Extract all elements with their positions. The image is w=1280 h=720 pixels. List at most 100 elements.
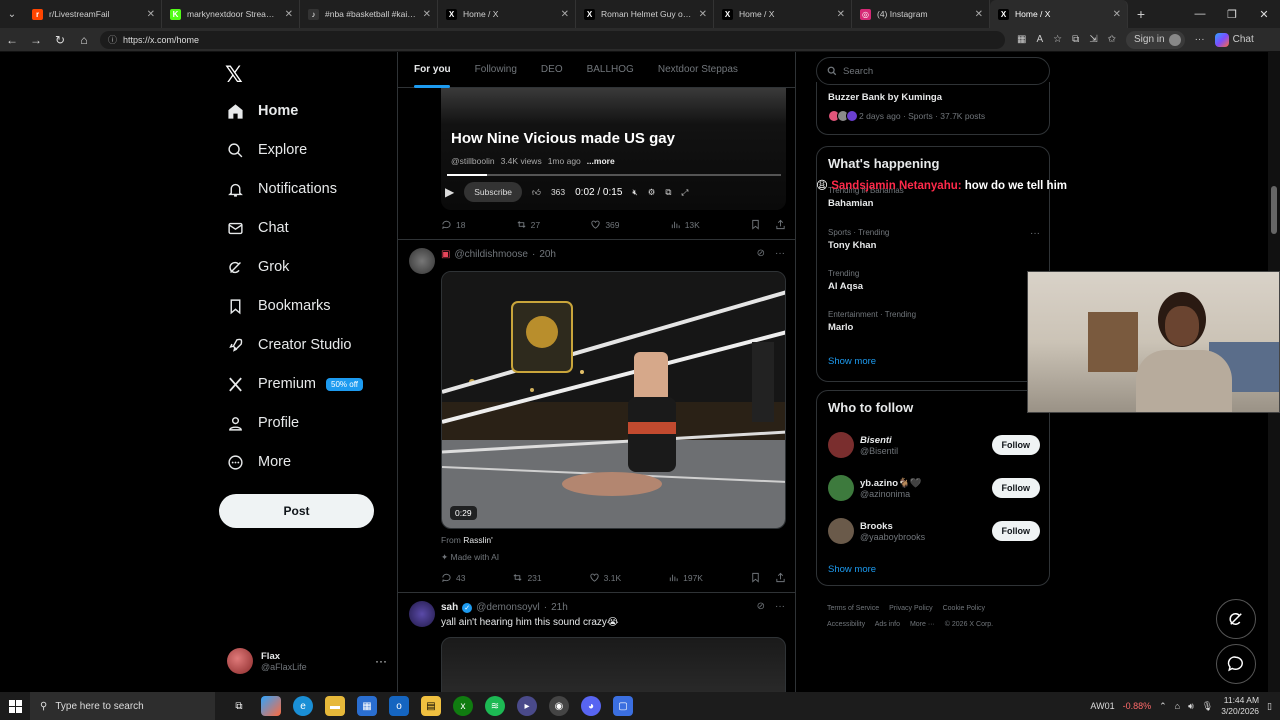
nav-creator-studio[interactable]: Creator Studio (227, 331, 352, 359)
footer-link[interactable]: Accessibility (827, 621, 865, 628)
bookmark-icon[interactable] (750, 572, 761, 583)
post-video[interactable]: 0:29 (441, 271, 786, 529)
more-dots-icon[interactable]: ··· (775, 248, 785, 259)
stock-ticker[interactable]: AW01 (1090, 701, 1114, 711)
repost-button[interactable]: 27 (516, 219, 540, 230)
close-tab-icon[interactable]: ✕ (975, 9, 983, 20)
tab-nextdoor-steppas[interactable]: Nextdoor Steppas (646, 52, 750, 88)
grok-icon[interactable]: ⊘ (757, 601, 765, 612)
bookmark-icon[interactable] (750, 219, 761, 230)
footer-link[interactable]: Privacy Policy (889, 605, 933, 612)
read-aloud-icon[interactable]: A (1036, 34, 1043, 45)
settings-gear-icon[interactable]: ⚙ (648, 187, 656, 198)
network-icon[interactable]: ⌂ (1175, 701, 1180, 711)
discord-icon[interactable]: ◕ (581, 696, 601, 716)
notification-icon[interactable]: ▯ (1267, 701, 1272, 712)
close-tab-icon[interactable]: ✕ (285, 9, 293, 20)
video-progress-bar[interactable] (447, 174, 781, 176)
more-dots-icon[interactable]: ··· (375, 654, 387, 668)
edge-icon[interactable]: e (293, 696, 313, 716)
follow-suggestion[interactable]: yb.azino🐐🖤 @azinonima Follow (828, 472, 1040, 504)
video-channel[interactable]: @stillboolin (451, 156, 495, 166)
embedded-video-player[interactable]: How Nine Vicious made US gay @stillbooli… (441, 88, 786, 210)
tab-actions-menu[interactable]: ⌄ (0, 0, 24, 28)
video-source-link[interactable]: Rasslin' (463, 535, 493, 545)
avatar[interactable] (409, 248, 435, 274)
messages-floating-button[interactable] (1216, 644, 1256, 684)
tab-deo[interactable]: DEO (529, 52, 575, 88)
close-tab-icon[interactable]: ✕ (699, 9, 707, 20)
avatar[interactable] (409, 601, 435, 627)
start-button[interactable] (0, 699, 30, 713)
nav-more[interactable]: More (227, 448, 291, 476)
site-info-icon[interactable]: ⓘ (108, 33, 117, 46)
volume-icon[interactable]: 🔊︎ (1188, 701, 1194, 712)
favorites-icon[interactable]: ✩ (1108, 34, 1116, 45)
close-tab-icon[interactable]: ✕ (147, 9, 155, 20)
browser-tab[interactable]: ♪ #nba #basketball #kaijones ✕ (300, 0, 438, 28)
follow-button[interactable]: Follow (991, 521, 1040, 541)
trend-item[interactable]: Trending Al Aqsa (828, 269, 1040, 292)
outlook-icon[interactable]: o (389, 696, 409, 716)
show-more-link[interactable]: Show more (828, 356, 876, 367)
taskbar-search[interactable]: ⚲ Type here to search (30, 692, 215, 720)
minimize-button[interactable]: — (1184, 0, 1216, 28)
nav-bookmarks[interactable]: Bookmarks (227, 292, 331, 320)
footer-link[interactable]: More ··· (910, 621, 935, 628)
nav-grok[interactable]: Grok (227, 253, 289, 281)
new-tab-button[interactable]: + (1128, 6, 1154, 22)
close-tab-icon[interactable]: ✕ (1113, 9, 1121, 20)
browser-tab[interactable]: r r/LivestreamFail ✕ (24, 0, 162, 28)
views-button[interactable]: 13K (670, 219, 700, 230)
fullscreen-icon[interactable]: ⤢ (681, 187, 688, 198)
trend-item[interactable]: Entertainment · Trending Marlo (828, 310, 1040, 333)
subscribe-button[interactable]: Subscribe (464, 182, 523, 202)
follow-button[interactable]: Follow (991, 478, 1040, 498)
trend-item[interactable]: Sports · Trending Tony Khan ··· (828, 228, 1040, 251)
post-time[interactable]: 20h (539, 249, 556, 260)
back-button[interactable]: ← (0, 33, 24, 47)
tab-ballhog[interactable]: BALLHOG (575, 52, 646, 88)
app-icon[interactable]: ▢ (613, 696, 633, 716)
extensions-icon[interactable]: ⧉ (1072, 34, 1079, 45)
account-switcher[interactable]: Flax @aFlaxLife ··· (227, 646, 387, 676)
x-logo-icon[interactable]: 𝕏 (225, 62, 243, 88)
nav-profile[interactable]: Profile (227, 409, 299, 437)
notes-icon[interactable]: ▤ (421, 696, 441, 716)
browser-tab[interactable]: X Home / X ✕ (714, 0, 852, 28)
clock[interactable]: 11:44 AM 3/20/2026 (1221, 695, 1259, 717)
copilot-icon[interactable] (261, 696, 281, 716)
post-handle[interactable]: @demonsoyvl (476, 602, 540, 613)
nav-notifications[interactable]: Notifications (227, 175, 337, 203)
reply-button[interactable]: 43 (441, 572, 465, 583)
copilot-chat-button[interactable]: Chat (1214, 32, 1254, 47)
tab-following[interactable]: Following (463, 52, 529, 88)
nav-home[interactable]: Home (227, 97, 298, 125)
views-button[interactable]: 197K (668, 572, 703, 583)
share-icon[interactable] (775, 219, 786, 230)
miniplayer-icon[interactable]: ⧉ (665, 187, 671, 198)
app-icon[interactable]: ▦ (1017, 34, 1026, 45)
footer-link[interactable]: Cookie Policy (943, 605, 985, 612)
browser-tab[interactable]: ◎ (4) Instagram ✕ (852, 0, 990, 28)
xbox-icon[interactable]: x (453, 696, 473, 716)
file-explorer-icon[interactable]: ▬ (325, 696, 345, 716)
browser-tab[interactable]: X Roman Helmet Guy on X: " ✕ (576, 0, 714, 28)
like-icon[interactable]: 👍︎ (532, 187, 541, 198)
microphone-icon[interactable]: 🎙︎ (1202, 701, 1213, 712)
close-tab-icon[interactable]: ✕ (561, 9, 569, 20)
grok-icon[interactable]: ⊘ (757, 248, 765, 259)
tab-for-you[interactable]: For you (398, 52, 463, 88)
refresh-button[interactable]: ↻ (48, 33, 72, 47)
nav-explore[interactable]: Explore (227, 136, 307, 164)
store-icon[interactable]: ▦ (357, 696, 377, 716)
mute-icon[interactable]: 🔇︎ (632, 187, 637, 198)
search-input[interactable]: Search (816, 57, 1050, 85)
close-window-button[interactable]: ✕ (1248, 0, 1280, 28)
live-event-card[interactable]: Buzzer Bank by Kuminga 2 days ago · Spor… (816, 82, 1050, 135)
nav-chat[interactable]: Chat (227, 214, 289, 242)
post-author-name[interactable]: sah (441, 602, 458, 613)
follow-suggestion[interactable]: Brooks @yaaboybrooks Follow (828, 515, 1040, 547)
chevron-up-icon[interactable]: ⌃ (1159, 701, 1167, 712)
scrollbar-thumb[interactable] (1271, 186, 1277, 234)
